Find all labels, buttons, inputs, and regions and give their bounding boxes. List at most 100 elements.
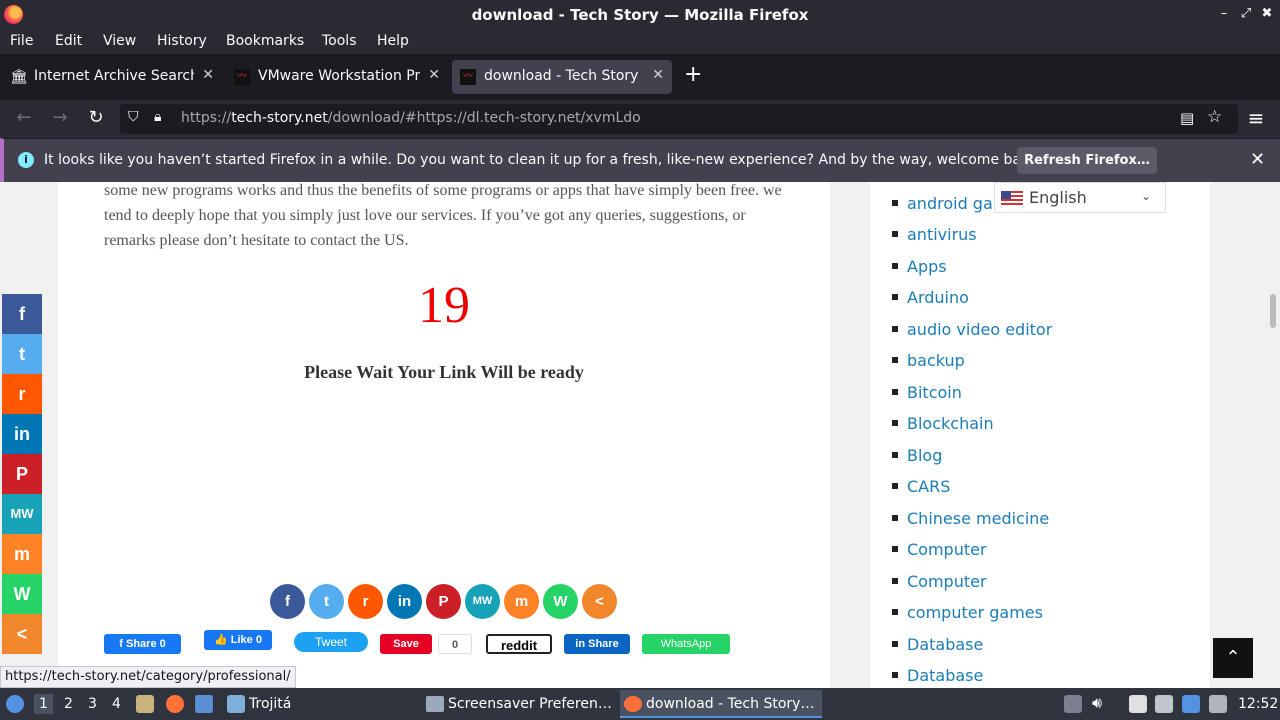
- close-window-button[interactable]: ✖: [1259, 6, 1275, 21]
- linkedin-share-icon[interactable]: in: [387, 584, 422, 619]
- category-link[interactable]: android gar: [907, 194, 999, 213]
- bullet: [892, 578, 898, 584]
- menu-tools[interactable]: Tools: [322, 33, 357, 49]
- mewe-icon[interactable]: MW: [2, 494, 42, 534]
- notification-message: It looks like you haven’t started Firefo…: [44, 152, 1043, 168]
- pinterest-save-button[interactable]: Save: [380, 634, 432, 654]
- volume-icon[interactable]: 🔊︎: [1092, 693, 1102, 713]
- start-menu-icon[interactable]: [6, 695, 24, 713]
- techstory-favicon: 〰: [460, 69, 476, 85]
- reader-view-icon[interactable]: ▤: [1180, 109, 1194, 127]
- menu-history[interactable]: History: [157, 33, 207, 49]
- tab-download-tech-story[interactable]: 〰 download - Tech Story ✕: [452, 60, 672, 94]
- pinterest-icon[interactable]: P: [2, 454, 42, 494]
- reddit-icon[interactable]: r: [2, 374, 42, 414]
- menu-bookmarks[interactable]: Bookmarks: [226, 33, 304, 49]
- techstory-favicon: 〰: [234, 69, 250, 85]
- language-selector[interactable]: English ⌄: [994, 182, 1166, 213]
- workspace-2[interactable]: 2: [64, 696, 73, 712]
- workspace-3[interactable]: 3: [88, 696, 97, 712]
- facebook-share-icon[interactable]: f: [270, 584, 305, 619]
- category-link[interactable]: Apps: [907, 257, 947, 276]
- mix-icon[interactable]: m: [2, 534, 42, 574]
- category-link[interactable]: Database: [907, 666, 983, 685]
- tracking-shield-icon[interactable]: ⛉: [128, 109, 139, 125]
- tab-close-icon[interactable]: ✕: [428, 67, 440, 83]
- taskbar-window-firefox[interactable]: download - Tech Story…: [620, 690, 822, 718]
- facebook-share-button[interactable]: f Share 0: [104, 634, 181, 654]
- tab-internet-archive[interactable]: 🏛 Internet Archive Search: ✕: [2, 60, 222, 94]
- twitter-share-icon[interactable]: t: [309, 584, 344, 619]
- file-manager-icon[interactable]: [136, 695, 154, 713]
- hamburger-menu-icon[interactable]: ≡: [1246, 108, 1266, 128]
- category-link[interactable]: Arduino: [907, 288, 969, 307]
- menu-help[interactable]: Help: [377, 33, 409, 49]
- new-tab-button[interactable]: +: [684, 64, 702, 86]
- mix-share-icon[interactable]: m: [504, 584, 539, 619]
- url-bar[interactable]: ⛉ 🔒︎ https://tech-story.net/download/#ht…: [120, 104, 1238, 134]
- window-titlebar: download - Tech Story — Mozilla Firefox …: [0, 0, 1280, 29]
- category-link[interactable]: Blockchain: [907, 414, 994, 433]
- category-link[interactable]: antivirus: [907, 225, 977, 244]
- tweet-button[interactable]: Tweet: [294, 632, 368, 652]
- menu-view[interactable]: View: [103, 33, 136, 49]
- maximize-button[interactable]: ⤢: [1238, 6, 1254, 21]
- category-link[interactable]: computer games: [907, 603, 1043, 622]
- firefox-launcher-icon[interactable]: [166, 695, 184, 713]
- refresh-firefox-button[interactable]: Refresh Firefox…: [1017, 147, 1157, 174]
- facebook-like-button[interactable]: 👍 Like 0: [204, 630, 272, 650]
- category-link[interactable]: CARS: [907, 477, 950, 496]
- url-text[interactable]: https://tech-story.net/download/#https:/…: [181, 110, 641, 126]
- minimize-button[interactable]: –: [1216, 6, 1232, 21]
- facebook-icon[interactable]: f: [2, 294, 42, 334]
- linkedin-share-button[interactable]: in Share: [564, 634, 630, 654]
- pinterest-share-icon[interactable]: P: [426, 584, 461, 619]
- tab-vmware[interactable]: 〰 VMware Workstation Pro ✕: [226, 60, 448, 94]
- back-button[interactable]: ←: [14, 108, 34, 128]
- tab-close-icon[interactable]: ✕: [652, 67, 664, 83]
- category-link[interactable]: Computer: [907, 540, 987, 559]
- tab-close-icon[interactable]: ✕: [202, 67, 214, 83]
- taskbar-window-screensaver[interactable]: Screensaver Preferen…: [422, 690, 616, 718]
- whatsapp-icon[interactable]: W: [2, 574, 42, 614]
- clipboard-icon[interactable]: [1129, 695, 1147, 713]
- notification-close-icon[interactable]: ✕: [1250, 149, 1265, 170]
- trojita-icon[interactable]: [227, 695, 245, 713]
- bookmark-star-icon[interactable]: ☆: [1207, 107, 1222, 127]
- pinterest-count: 0: [438, 634, 472, 654]
- menu-edit[interactable]: Edit: [55, 33, 82, 49]
- back-to-top-button[interactable]: ⌃: [1213, 638, 1253, 678]
- reddit-button[interactable]: reddit: [486, 634, 552, 654]
- workspace-1[interactable]: 1: [34, 694, 53, 714]
- mail-tray-icon[interactable]: [1209, 695, 1227, 713]
- category-link[interactable]: Database: [907, 635, 983, 654]
- lock-icon[interactable]: 🔒︎: [154, 109, 161, 125]
- share-icon[interactable]: <: [2, 614, 42, 654]
- category-link[interactable]: Chinese medicine: [907, 509, 1049, 528]
- bullet: [892, 515, 898, 521]
- forward-button[interactable]: →: [50, 108, 70, 128]
- whatsapp-share-icon[interactable]: W: [543, 584, 578, 619]
- tab-title: Internet Archive Search:: [34, 68, 194, 84]
- whatsapp-button[interactable]: WhatsApp: [642, 634, 730, 654]
- workspace-4[interactable]: 4: [112, 696, 121, 712]
- reddit-share-icon[interactable]: r: [348, 584, 383, 619]
- menu-file[interactable]: File: [10, 33, 33, 49]
- page-scrollbar-thumb[interactable]: [1270, 294, 1276, 328]
- updates-icon[interactable]: [1182, 695, 1200, 713]
- twitter-icon[interactable]: t: [2, 334, 42, 374]
- more-share-icon[interactable]: <: [582, 584, 617, 619]
- category-link[interactable]: Bitcoin: [907, 383, 962, 402]
- category-link[interactable]: audio video editor: [907, 320, 1052, 339]
- tray-app-icon[interactable]: [1064, 695, 1082, 713]
- trojita-launcher-label[interactable]: Trojitá: [249, 696, 291, 712]
- reload-button[interactable]: ↻: [86, 108, 106, 128]
- desktop-icon[interactable]: [195, 695, 213, 713]
- linkedin-icon[interactable]: in: [2, 414, 42, 454]
- category-link[interactable]: Computer: [907, 572, 987, 591]
- category-link[interactable]: backup: [907, 351, 965, 370]
- chevron-down-icon: ⌄: [1141, 189, 1152, 203]
- mewe-share-icon[interactable]: MW: [465, 584, 500, 619]
- network-icon[interactable]: [1155, 695, 1173, 713]
- category-link[interactable]: Blog: [907, 446, 942, 465]
